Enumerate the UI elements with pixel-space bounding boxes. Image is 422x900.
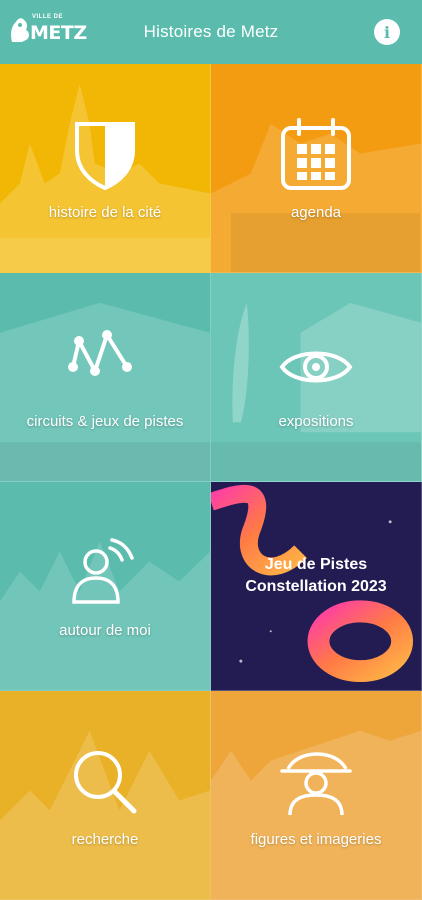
app-screen: VILLE DE METZ Histoires de Metz i histoi… [0, 0, 422, 900]
top-bar: VILLE DE METZ Histoires de Metz i [0, 0, 422, 64]
woman-hat-icon [280, 752, 352, 816]
menu-grid: histoire de la cité agenda circuits & je… [0, 64, 422, 900]
info-icon: i [383, 22, 391, 42]
tile-label: circuits & jeux de pistes [26, 413, 184, 430]
tile-label: figures et imageries [250, 831, 382, 848]
tile-label: recherche [71, 831, 139, 848]
search-icon [74, 751, 137, 814]
tile-circuits[interactable]: circuits & jeux de pistes [0, 273, 211, 482]
tile-autour-de-moi[interactable]: autour de moi [0, 482, 211, 691]
tile-label: autour de moi [59, 622, 151, 639]
info-button[interactable]: i [374, 19, 400, 45]
logo-emblem-icon [11, 18, 29, 42]
shield-icon [75, 122, 135, 191]
tile-histoire[interactable]: histoire de la cité [0, 64, 211, 273]
promo-line2: Constellation 2023 [245, 578, 387, 595]
tile-expositions[interactable]: expositions [211, 273, 422, 482]
page-title: Histoires de Metz [143, 22, 279, 41]
route-icon [68, 330, 132, 377]
eye-icon [279, 351, 353, 383]
person-location-icon [72, 538, 134, 604]
tile-label: expositions [278, 413, 354, 430]
calendar-icon [281, 118, 351, 190]
promo-line1: Jeu de Pistes [264, 556, 368, 573]
tile-figures[interactable]: figures et imageries [211, 691, 422, 900]
promo-text: Jeu de Pistes Constellation 2023 [211, 554, 421, 598]
tile-recherche[interactable]: recherche [0, 691, 211, 900]
tile-agenda[interactable]: agenda [211, 64, 422, 273]
tile-label: agenda [290, 204, 342, 221]
metz-logo[interactable]: VILLE DE METZ [8, 12, 87, 48]
tile-promo-constellation[interactable]: Jeu de Pistes Constellation 2023 [211, 482, 422, 691]
tile-label: histoire de la cité [48, 204, 162, 221]
logo-main-text: METZ [30, 22, 87, 44]
logo-small-text: VILLE DE [32, 14, 64, 20]
